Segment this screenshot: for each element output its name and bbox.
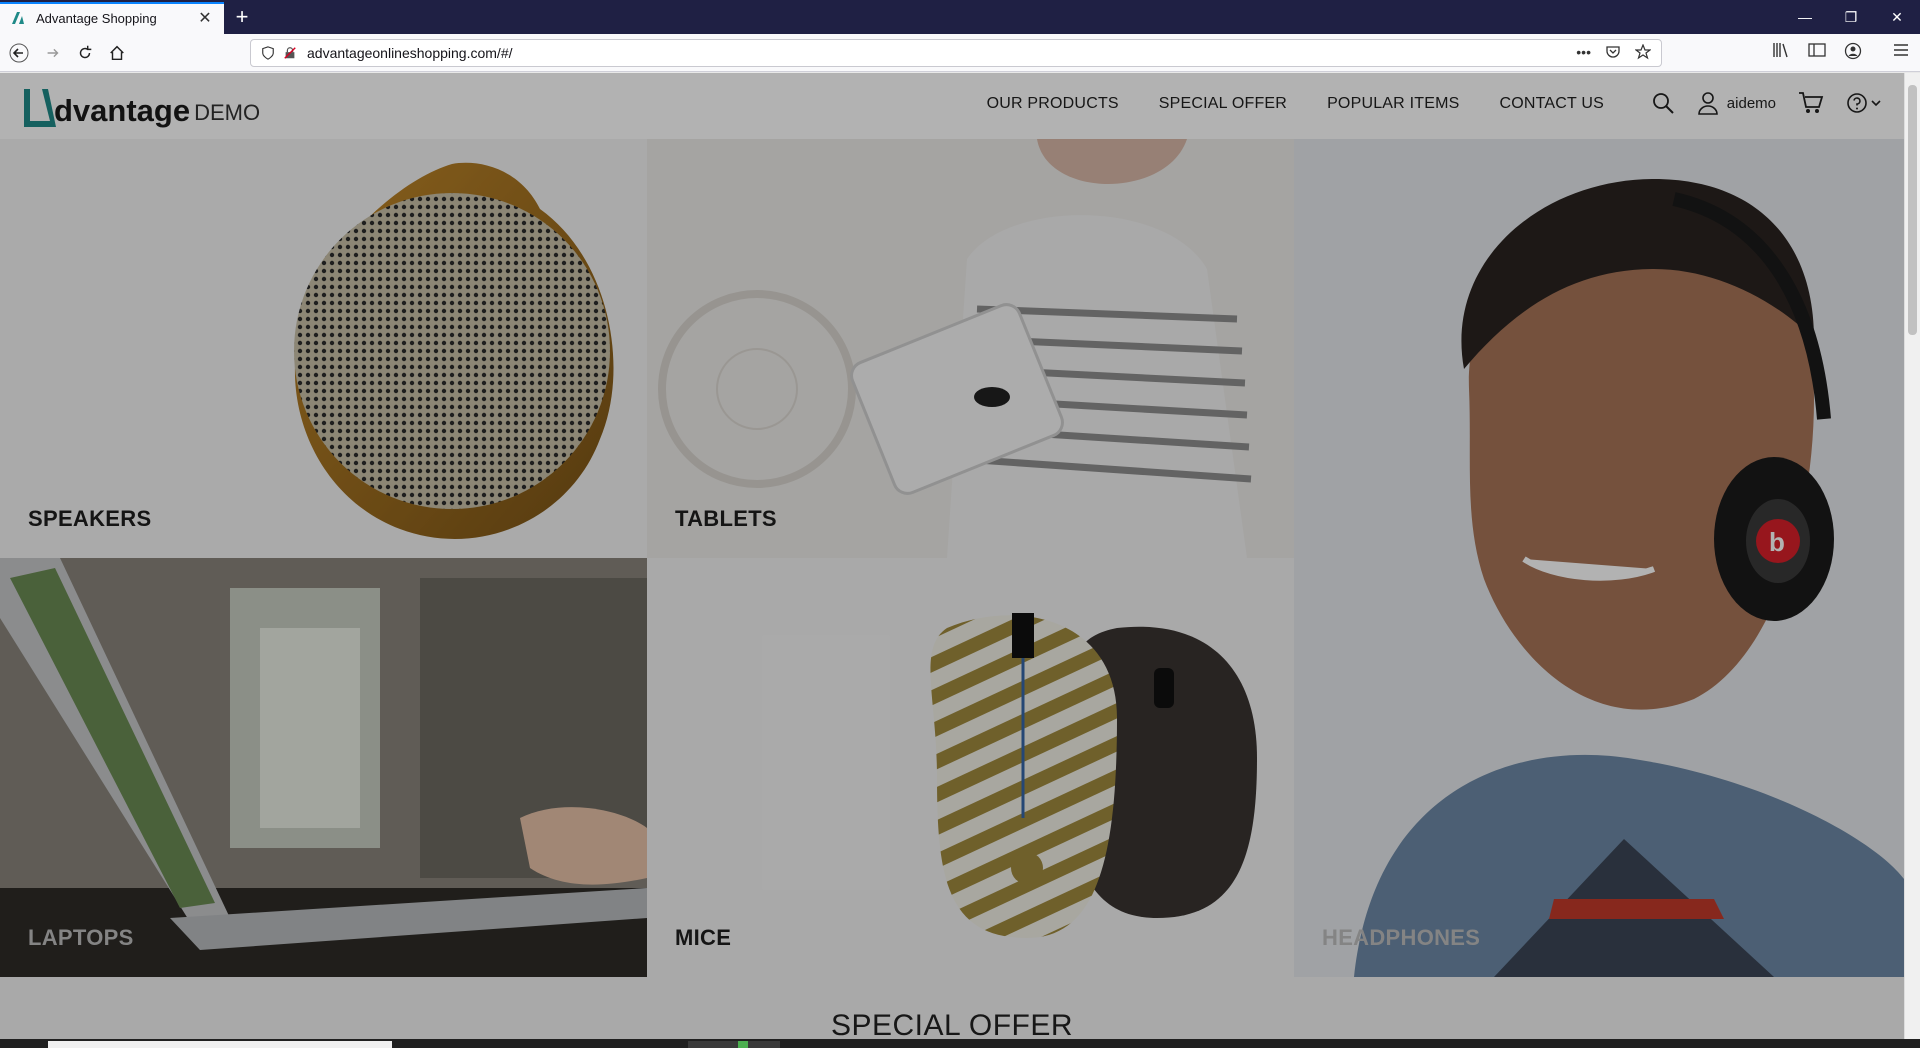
minimize-window-button[interactable]: — (1782, 0, 1828, 34)
logo-demo-label: DEMO (194, 100, 261, 125)
category-grid: SPEAKERS TABLETS b HEADPHONES LAPTOPS MI… (0, 139, 1904, 977)
bookmark-star-icon[interactable] (1635, 44, 1651, 60)
nav-special-offer[interactable]: SPECIAL OFFER (1159, 95, 1287, 113)
svg-text:b: b (1769, 527, 1785, 557)
category-label-speakers: SPEAKERS (28, 506, 152, 531)
pocket-icon[interactable] (1605, 44, 1621, 60)
header-icons: aidemo (1651, 91, 1882, 115)
close-window-button[interactable]: ✕ (1874, 0, 1920, 34)
special-offer-heading: SPECIAL OFFER (830, 1009, 1074, 1039)
category-label-mice: MICE (675, 925, 732, 950)
library-icon[interactable] (1772, 42, 1790, 58)
main-navigation: OUR PRODUCTS SPECIAL OFFER POPULAR ITEMS… (987, 95, 1604, 113)
search-icon[interactable] (1651, 91, 1675, 115)
headphones-image: b (1294, 139, 1904, 977)
nav-popular-items[interactable]: POPULAR ITEMS (1327, 95, 1459, 113)
browser-tab-active[interactable]: Advantage Shopping ✕ (0, 2, 224, 34)
cart-icon[interactable] (1798, 91, 1824, 115)
help-icon (1847, 93, 1867, 113)
tablet-image (647, 139, 1294, 558)
web-page: dvantage DEMO OUR PRODUCTS SPECIAL OFFER… (0, 73, 1904, 1039)
user-menu[interactable]: aidemo (1697, 91, 1776, 115)
forward-arrow-icon[interactable] (40, 41, 66, 65)
account-icon[interactable] (1844, 42, 1862, 60)
category-label-headphones: HEADPHONES (1322, 925, 1481, 950)
browser-toolbar-right (1772, 42, 1910, 60)
site-logo[interactable]: dvantage DEMO (22, 85, 260, 129)
tab-accent-line (0, 2, 224, 4)
url-text[interactable]: advantageonlineshopping.com/#/ (307, 45, 513, 61)
scrollbar-thumb[interactable] (1908, 85, 1917, 335)
username-label: aidemo (1726, 94, 1776, 112)
page-scrollbar[interactable] (1904, 73, 1920, 1039)
mice-image (930, 613, 1257, 938)
taskbar-search-box[interactable] (48, 1041, 392, 1048)
new-tab-button[interactable]: + (230, 5, 254, 29)
user-icon (1697, 92, 1718, 115)
back-arrow-icon[interactable] (6, 41, 32, 65)
os-taskbar (0, 1039, 1920, 1048)
insecure-lock-icon[interactable] (283, 46, 297, 60)
taskbar-active-app[interactable] (688, 1041, 780, 1048)
tab-title: Advantage Shopping (36, 10, 157, 26)
browser-titlebar: Advantage Shopping ✕ + — ❐ ✕ (0, 0, 1920, 34)
speaker-image (294, 162, 614, 539)
taskbar-app-indicator (738, 1041, 748, 1048)
sidebar-icon[interactable] (1808, 42, 1826, 58)
logo-a-icon (24, 89, 56, 127)
category-tile-tablets[interactable]: TABLETS (647, 139, 1294, 558)
window-controls: — ❐ ✕ (1782, 0, 1920, 34)
reload-icon[interactable] (72, 41, 98, 65)
category-tile-headphones[interactable]: b HEADPHONES (1294, 139, 1904, 977)
page-actions-icon[interactable]: ••• (1576, 44, 1591, 60)
site-header: dvantage DEMO OUR PRODUCTS SPECIAL OFFER… (0, 73, 1904, 139)
address-bar[interactable]: advantageonlineshopping.com/#/ ••• (250, 39, 1662, 67)
nav-our-products[interactable]: OUR PRODUCTS (987, 95, 1119, 113)
nav-contact-us[interactable]: CONTACT US (1499, 95, 1604, 113)
restore-window-button[interactable]: ❐ (1828, 0, 1874, 34)
shield-icon[interactable] (261, 46, 275, 60)
close-tab-icon[interactable]: ✕ (196, 8, 214, 28)
category-tile-speakers[interactable]: SPEAKERS (0, 139, 647, 558)
help-menu[interactable] (1846, 92, 1882, 114)
url-actions: ••• (1576, 44, 1651, 60)
category-label-tablets: TABLETS (675, 506, 777, 531)
site-favicon-icon (12, 12, 24, 24)
menu-icon[interactable] (1892, 42, 1910, 58)
laptop-image (0, 558, 647, 977)
home-icon[interactable] (104, 41, 130, 65)
browser-navbar: advantageonlineshopping.com/#/ ••• (0, 34, 1920, 72)
category-label-laptops: LAPTOPS (28, 925, 134, 950)
category-tile-laptops[interactable]: LAPTOPS (0, 558, 647, 977)
chevron-down-icon (1871, 100, 1881, 107)
category-tile-mice[interactable]: MICE (647, 558, 1294, 977)
logo-text: dvantage (54, 93, 191, 128)
